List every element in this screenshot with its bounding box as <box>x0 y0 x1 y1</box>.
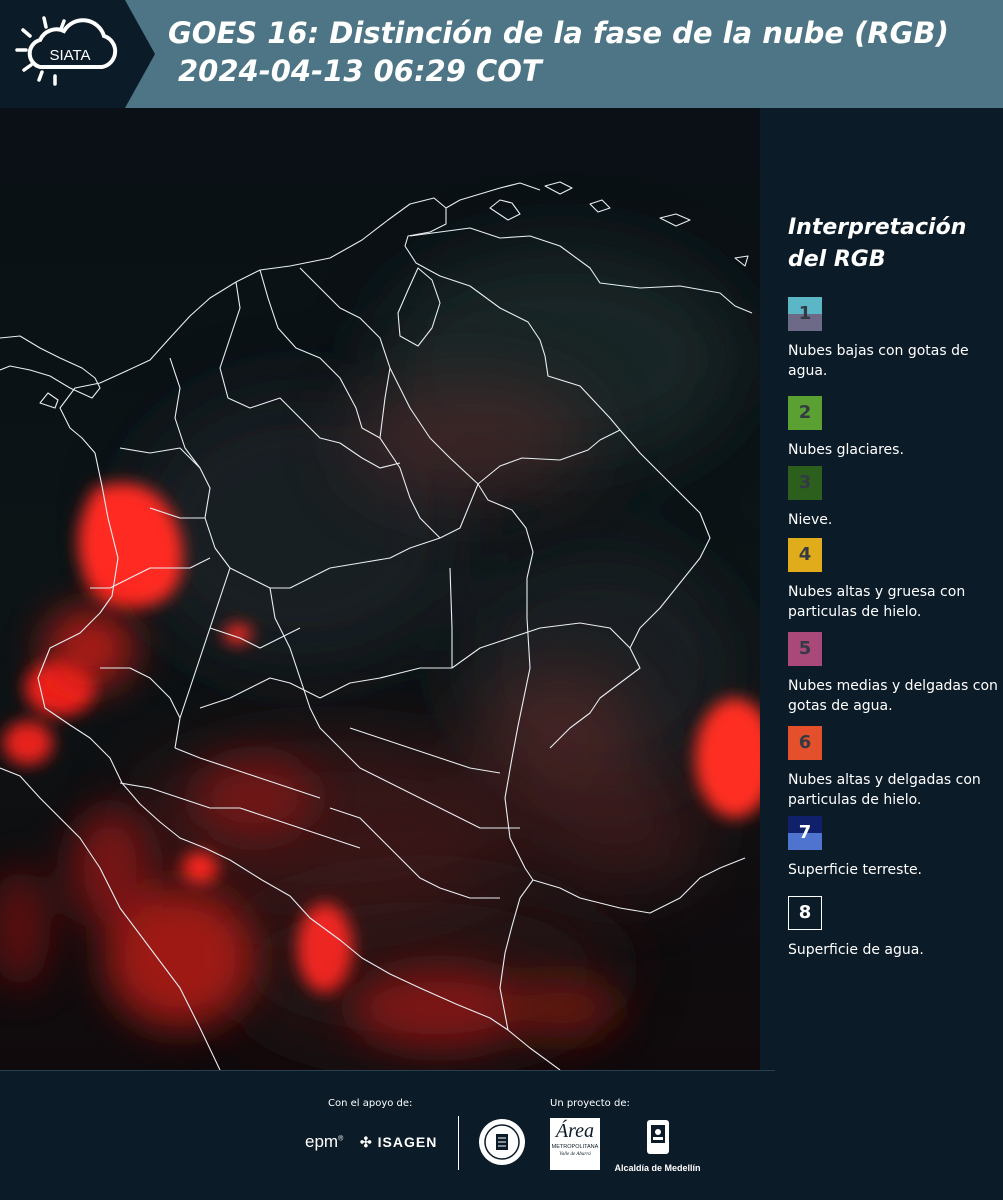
legend-label: Superficie terreste. <box>788 862 923 878</box>
legend-swatch-number: 5 <box>798 638 812 659</box>
legend-item-3: 3 Nieve. <box>788 466 998 530</box>
support-label: Con el apoyo de: <box>328 1098 413 1109</box>
header-bar: SIATA GOES 16: Distinción de la fase de … <box>0 0 1003 108</box>
legend-label: Nieve. <box>788 512 833 528</box>
legend-item-2: 2 Nubes glaciares. <box>788 396 998 460</box>
legend-label: Nubes medias y delgadas con gotas de agu… <box>788 678 998 714</box>
legend-swatch-number: 8 <box>798 902 812 923</box>
legend-item-4: 4 Nubes altas y gruesa con particulas de … <box>788 538 998 622</box>
siata-logo: SIATA <box>0 0 155 108</box>
legend: Interpretación del RGB <box>788 212 998 292</box>
legend-item-5: 5 Nubes medias y delgadas con gotas de ag… <box>788 632 998 716</box>
legend-swatch: 8 <box>788 896 822 930</box>
epm-logo-text: epm <box>305 1132 339 1151</box>
legend-swatch: 6 <box>788 726 822 760</box>
legend-swatch-number: 4 <box>798 544 812 565</box>
legend-swatch: 3 <box>788 466 822 500</box>
title-line-2: 2024-04-13 06:29 COT <box>178 54 542 88</box>
legend-item-8: 8 Superficie de agua. <box>788 896 998 960</box>
legend-swatch-number: 3 <box>798 472 812 493</box>
alcaldia-emblem <box>646 1120 669 1154</box>
satellite-map <box>0 108 760 1070</box>
page-title: GOES 16: Distinción de la fase de la nub… <box>168 14 949 90</box>
legend-item-6: 6 Nubes altas y delgadas con particulas d… <box>788 726 998 810</box>
legend-title-line-2: del RGB <box>788 247 886 272</box>
legend-label: Nubes bajas con gotas de agua. <box>788 343 969 379</box>
area-metropolitana-subtext: Valle de Aburrá <box>559 1152 591 1157</box>
legend-swatch: 1 <box>788 297 822 331</box>
university-seal <box>478 1118 526 1170</box>
legend-swatch: 4 <box>788 538 822 572</box>
isagen-logo-text: ISAGEN <box>377 1134 438 1150</box>
isagen-icon: ✣ <box>360 1134 373 1150</box>
legend-swatch-number: 1 <box>798 303 812 324</box>
legend-swatch-number: 2 <box>798 402 812 423</box>
footer-separator <box>0 1070 775 1071</box>
epm-logo: epm® <box>305 1132 344 1151</box>
legend-swatch: 5 <box>788 632 822 666</box>
legend-item-7: 7 Superficie terreste. <box>788 816 998 880</box>
alcaldia-text: Alcaldía de Medellín <box>614 1163 701 1173</box>
isagen-logo: ✣ ISAGEN <box>360 1134 437 1151</box>
footer: Con el apoyo de: Un proyecto de: epm® ✣ … <box>0 1070 1003 1200</box>
legend-label: Superficie de agua. <box>788 942 924 958</box>
alcaldia-logo: Alcaldía de Medellín <box>610 1118 705 1173</box>
legend-label: Nubes altas y gruesa con particulas de h… <box>788 584 966 620</box>
legend-title: Interpretación del RGB <box>788 212 998 276</box>
siata-logo-text: SIATA <box>49 47 90 64</box>
footer-divider <box>458 1116 459 1170</box>
legend-label: Nubes glaciares. <box>788 442 904 458</box>
legend-title-line-1: Interpretación <box>788 215 967 240</box>
title-line-1: GOES 16: Distinción de la fase de la nub… <box>168 16 949 50</box>
legend-swatch: 7 <box>788 816 822 850</box>
project-label: Un proyecto de: <box>550 1098 630 1109</box>
legend-swatch-number: 6 <box>798 732 812 753</box>
legend-swatch-number: 7 <box>798 822 812 843</box>
legend-swatch: 2 <box>788 396 822 430</box>
area-metropolitana-text: METROPOLITANA <box>551 1144 599 1150</box>
area-metropolitana-logo: Área METROPOLITANA Valle de Aburrá <box>550 1118 600 1170</box>
legend-item-1: 1 Nubes bajas con gotas de agua. <box>788 297 998 381</box>
legend-label: Nubes altas y delgadas con particulas de… <box>788 772 981 808</box>
